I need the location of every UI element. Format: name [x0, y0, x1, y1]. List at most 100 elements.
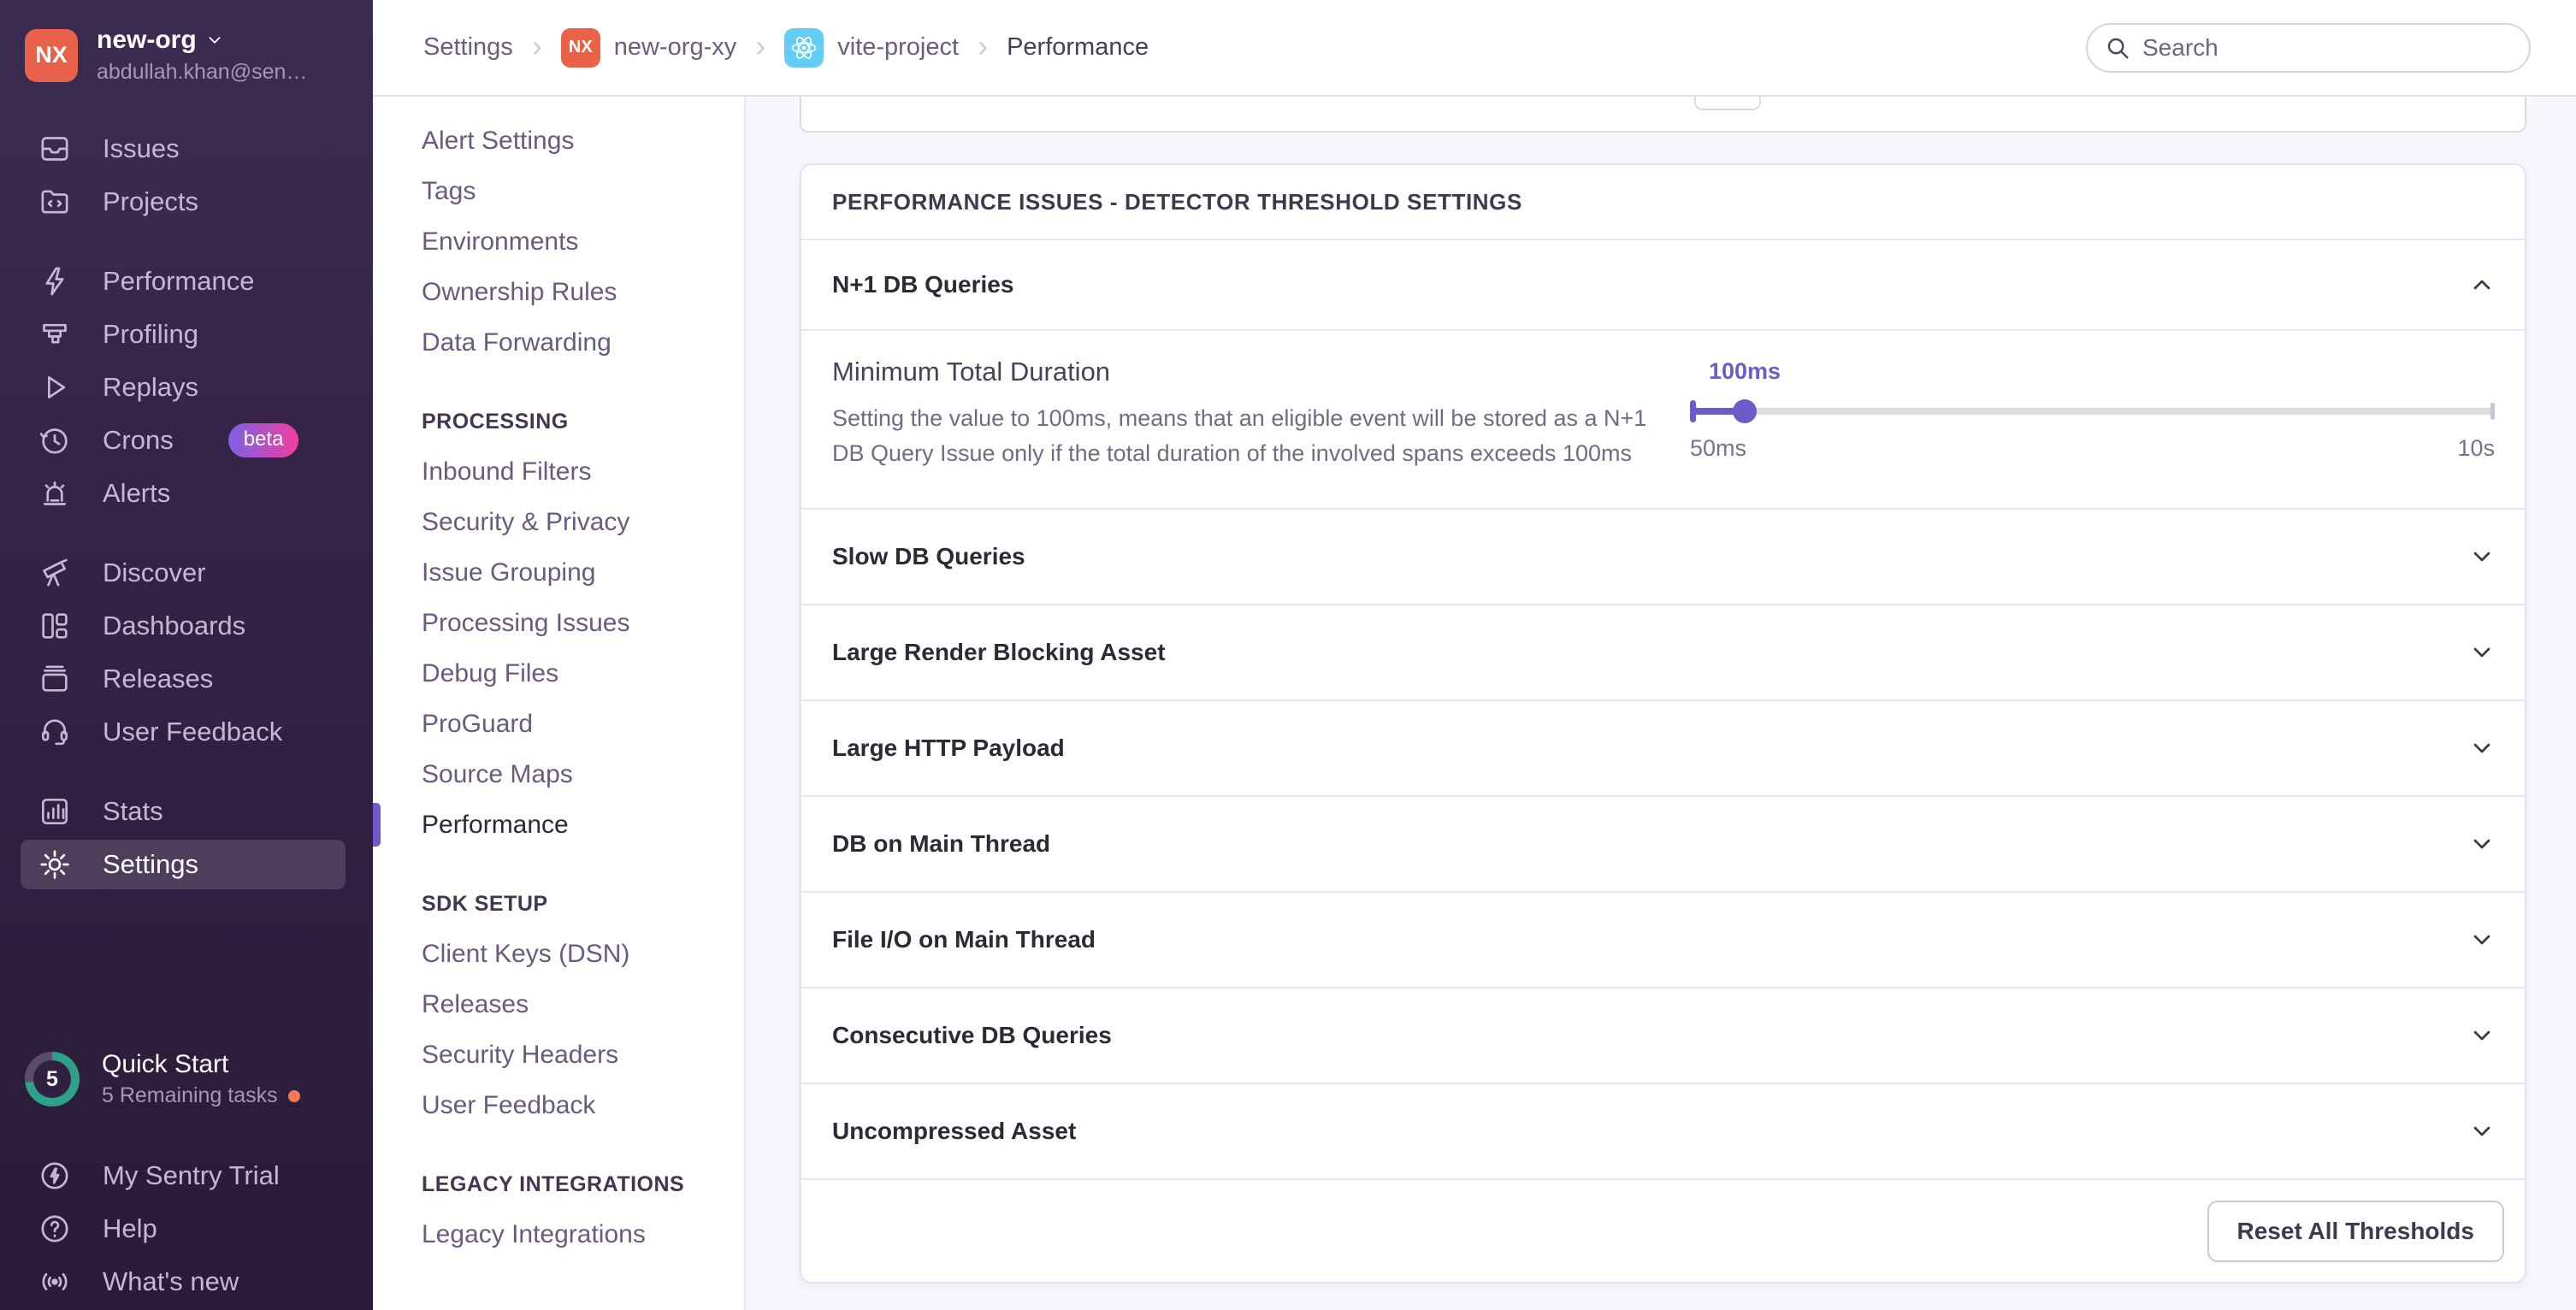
accordion-row-label: Large HTTP Payload: [832, 735, 1065, 762]
collapse-pill[interactable]: [1694, 97, 1761, 110]
settings-nav-item[interactable]: Legacy Integrations: [373, 1209, 744, 1260]
settings-nav-item[interactable]: Security Headers: [373, 1030, 744, 1080]
settings-nav-item-label: ProGuard: [422, 710, 533, 739]
accordion-row[interactable]: Large Render Blocking Asset: [801, 604, 2525, 699]
accordion-row-label: Large Render Blocking Asset: [832, 639, 1166, 666]
settings-nav-section: SDK SETUP Client Keys (DSN) Releases: [373, 879, 744, 1130]
sidebar-item-icon: [38, 185, 72, 219]
quick-start-progress-ring: 5: [25, 1052, 80, 1106]
sidebar-footer-item[interactable]: What's new: [0, 1255, 373, 1308]
sidebar-item[interactable]: Dashboards: [0, 599, 373, 652]
sidebar-item[interactable]: Settings: [0, 838, 373, 891]
org-switcher[interactable]: NX new-org abdullah.khan@sen…: [0, 0, 373, 85]
slider-track[interactable]: [1690, 399, 2495, 423]
accordion-row[interactable]: Consecutive DB Queries: [801, 987, 2525, 1083]
sidebar-item[interactable]: Projects: [0, 175, 373, 228]
scrolled-panel-bottom: [800, 97, 2526, 133]
top-header: Settings › NX new-org-xy › vite-project: [373, 0, 2576, 97]
sidebar-item-label: Issues: [103, 133, 180, 164]
breadcrumb-label: Performance: [1007, 33, 1149, 62]
sidebar-item-icon: [38, 370, 72, 404]
sidebar-footer-icon: [38, 1212, 72, 1246]
breadcrumb-item[interactable]: NX new-org-xy ›: [561, 28, 784, 68]
sidebar-item-icon: [38, 264, 72, 298]
breadcrumb-item[interactable]: Performance ›: [1007, 33, 1149, 62]
sidebar-item-icon: [38, 556, 72, 590]
sidebar-item[interactable]: Issues: [0, 122, 373, 175]
sidebar-item[interactable]: User Feedback: [0, 705, 373, 758]
settings-nav-item[interactable]: Tags: [373, 166, 744, 216]
threshold-setting: Minimum Total Duration Setting the value…: [801, 329, 2525, 508]
settings-nav-item[interactable]: Issue Grouping: [373, 547, 744, 598]
settings-nav-item-label: Security Headers: [422, 1041, 618, 1070]
sidebar-item-label: Stats: [103, 796, 163, 827]
settings-nav-item-label: Ownership Rules: [422, 278, 617, 307]
sidebar-item-icon: [38, 794, 72, 829]
settings-nav-item[interactable]: Processing Issues: [373, 598, 744, 648]
settings-nav-item[interactable]: Inbound Filters: [373, 446, 744, 497]
breadcrumb-item[interactable]: Settings ›: [423, 31, 561, 65]
settings-nav-item[interactable]: Source Maps: [373, 749, 744, 800]
sidebar-footer-label: Help: [103, 1213, 157, 1244]
settings-nav-item[interactable]: Data Forwarding: [373, 317, 744, 368]
settings-nav-item[interactable]: Performance: [373, 800, 744, 850]
search-box: [2086, 23, 2531, 73]
sidebar-item-label: Projects: [103, 186, 198, 217]
beta-badge: beta: [228, 423, 299, 457]
settings-nav-item[interactable]: Security & Privacy: [373, 497, 744, 547]
settings-nav-item-label: Debug Files: [422, 659, 558, 688]
settings-nav-item-label: Releases: [422, 990, 529, 1019]
sidebar-item[interactable]: Profiling: [0, 308, 373, 361]
search-input[interactable]: [2142, 34, 2512, 62]
collapsed-sections: Slow DB Queries Large Render Blocking As…: [801, 508, 2525, 1178]
slider-max-tick: [2490, 403, 2495, 420]
breadcrumb-label: new-org-xy: [614, 33, 736, 62]
accordion-row[interactable]: Large HTTP Payload: [801, 699, 2525, 795]
quick-start[interactable]: 5 Quick Start 5 Remaining tasks: [0, 1050, 373, 1108]
notification-dot: [288, 1090, 300, 1102]
breadcrumb-item[interactable]: vite-project ›: [784, 28, 1007, 68]
setting-label: Minimum Total Duration: [832, 357, 1657, 387]
sidebar-footer-item[interactable]: My Sentry Trial: [0, 1149, 373, 1202]
settings-nav-item-label: Issue Grouping: [422, 558, 595, 587]
settings-nav-item[interactable]: Releases: [373, 979, 744, 1030]
settings-nav-item-label: Performance: [422, 811, 569, 840]
accordion-row[interactable]: DB on Main Thread: [801, 795, 2525, 891]
sidebar-item[interactable]: Performance: [0, 255, 373, 308]
sidebar-item-label: Discover: [103, 558, 206, 588]
sidebar-item[interactable]: Alerts: [0, 467, 373, 520]
accordion-row[interactable]: File I/O on Main Thread: [801, 891, 2525, 987]
sidebar-item-label: Crons: [103, 425, 174, 456]
settings-nav-section: PROCESSING Inbound Filters Security & Pr…: [373, 397, 744, 850]
sidebar-item[interactable]: Replays: [0, 361, 373, 414]
accordion-row[interactable]: Slow DB Queries: [801, 508, 2525, 604]
sidebar-nav-group: Discover Dashboards Releases: [0, 546, 373, 758]
sidebar-item[interactable]: Crons beta: [0, 414, 373, 467]
settings-nav-item-label: Security & Privacy: [422, 508, 629, 537]
settings-nav-item[interactable]: Alert Settings: [373, 115, 744, 166]
settings-nav-item[interactable]: Ownership Rules: [373, 267, 744, 317]
sidebar-footer-item[interactable]: Help: [0, 1202, 373, 1255]
settings-nav-item-label: Inbound Filters: [422, 457, 591, 487]
sidebar-item-label: Profiling: [103, 319, 198, 350]
settings-nav-item[interactable]: Client Keys (DSN): [373, 929, 744, 979]
reset-all-thresholds-button[interactable]: Reset All Thresholds: [2207, 1201, 2504, 1262]
settings-nav-item[interactable]: Debug Files: [373, 648, 744, 699]
slider-thumb[interactable]: [1733, 399, 1757, 423]
settings-nav-item[interactable]: User Feedback: [373, 1080, 744, 1130]
sidebar-item-label: Dashboards: [103, 611, 245, 641]
chevron-down-icon: [2468, 735, 2496, 762]
accordion-row[interactable]: Uncompressed Asset: [801, 1083, 2525, 1178]
sidebar-item-label: Settings: [103, 849, 198, 880]
sidebar-item[interactable]: Stats: [0, 785, 373, 838]
breadcrumb: Settings › NX new-org-xy › vite-project: [423, 28, 1149, 68]
sidebar-item-label: Alerts: [103, 478, 170, 509]
settings-nav-item[interactable]: ProGuard: [373, 699, 744, 749]
sidebar-item[interactable]: Discover: [0, 546, 373, 599]
settings-nav-item[interactable]: Environments: [373, 216, 744, 267]
slider-value-label: 100ms: [1709, 358, 1781, 385]
accordion-row-expanded[interactable]: N+1 DB Queries: [801, 240, 2525, 329]
org-badge: NX: [561, 28, 600, 68]
settings-nav-section-header: SDK SETUP: [373, 879, 744, 929]
sidebar-item[interactable]: Releases: [0, 652, 373, 705]
